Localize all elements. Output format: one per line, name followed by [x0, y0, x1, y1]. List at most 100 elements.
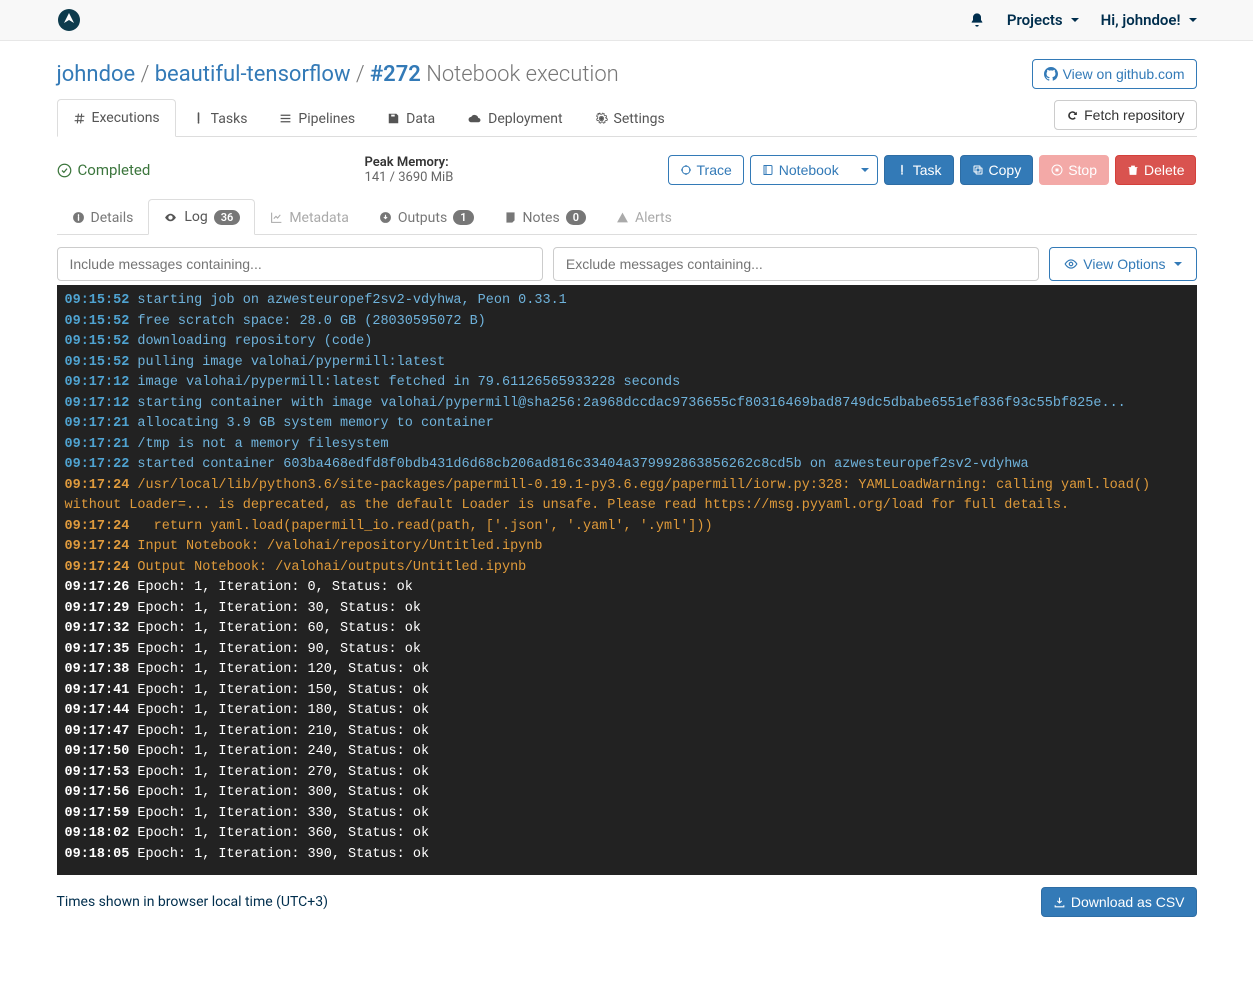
log-line: 09:17:21 allocating 3.9 GB system memory…	[65, 414, 1189, 435]
copy-button[interactable]: Copy	[960, 155, 1034, 185]
log-line: 09:17:56 Epoch: 1, Iteration: 300, Statu…	[65, 783, 1189, 804]
subtab-alerts[interactable]: Alerts	[601, 199, 687, 235]
log-line: 09:17:12 image valohai/pypermill:latest …	[65, 373, 1189, 394]
log-message: Epoch: 1, Iteration: 150, Status: ok	[129, 683, 429, 698]
log-line: 09:17:29 Epoch: 1, Iteration: 30, Status…	[65, 599, 1189, 620]
notebook-dropdown-toggle[interactable]	[850, 155, 878, 185]
log-timestamp: 09:18:02	[65, 826, 130, 841]
log-timestamp: 09:17:32	[65, 621, 130, 636]
tab-data[interactable]: Data	[371, 99, 451, 137]
log-timestamp: 09:17:56	[65, 785, 130, 800]
log-line: 09:15:52 starting job on azwesteuropef2s…	[65, 291, 1189, 312]
eye-icon	[163, 211, 178, 224]
breadcrumb-project[interactable]: beautiful-tensorflow	[155, 62, 351, 87]
log-timestamp: 09:15:52	[65, 293, 130, 308]
sub-tabs: Details Log 36 Metadata Outputs 1 Notes …	[57, 199, 1197, 235]
notebook-button[interactable]: Notebook	[750, 155, 850, 185]
bars-icon	[279, 112, 292, 125]
refresh-icon	[1066, 109, 1079, 122]
caret-down-icon	[1174, 262, 1182, 266]
log-timestamp: 09:17:41	[65, 683, 130, 698]
log-message: pulling image valohai/pypermill:latest	[129, 355, 445, 370]
crosshair-icon	[680, 164, 692, 176]
log-line: 09:18:02 Epoch: 1, Iteration: 360, Statu…	[65, 824, 1189, 845]
log-count-badge: 36	[214, 210, 241, 225]
book-icon	[762, 164, 774, 176]
github-icon	[1044, 67, 1058, 81]
log-timestamp: 09:17:47	[65, 724, 130, 739]
download-icon	[379, 211, 392, 224]
view-options-button[interactable]: View Options	[1049, 247, 1196, 281]
trace-button[interactable]: Trace	[668, 155, 744, 185]
log-line: 09:17:59 Epoch: 1, Iteration: 330, Statu…	[65, 804, 1189, 825]
subtab-notes[interactable]: Notes 0	[489, 199, 602, 235]
tab-executions[interactable]: Executions	[57, 99, 176, 137]
log-message: Epoch: 1, Iteration: 60, Status: ok	[129, 621, 421, 636]
breadcrumb-user[interactable]: johndoe	[57, 62, 136, 87]
log-line: 09:17:47 Epoch: 1, Iteration: 210, Statu…	[65, 722, 1189, 743]
log-message: started container 603ba468edfd8f0bdb431d…	[129, 457, 1028, 472]
eye-icon	[1064, 257, 1078, 271]
main-tabs: Executions Tasks Pipelines Data Deployme…	[57, 99, 681, 136]
log-timestamp: 09:17:38	[65, 662, 130, 677]
check-circle-icon	[57, 163, 72, 178]
exclude-filter-input[interactable]	[553, 247, 1039, 281]
chart-icon	[270, 211, 283, 224]
fetch-repository-button[interactable]: Fetch repository	[1054, 100, 1196, 130]
delete-button[interactable]: Delete	[1115, 155, 1196, 185]
user-menu[interactable]: Hi, johndoe!	[1101, 11, 1197, 29]
log-message: Epoch: 1, Iteration: 0, Status: ok	[129, 580, 413, 595]
subtab-metadata[interactable]: Metadata	[255, 199, 364, 235]
log-line: 09:17:21 /tmp is not a memory filesystem	[65, 435, 1189, 456]
log-message: Epoch: 1, Iteration: 30, Status: ok	[129, 601, 421, 616]
log-line: 09:17:24 Input Notebook: /valohai/reposi…	[65, 537, 1189, 558]
stop-circle-icon	[1051, 164, 1063, 176]
log-line: 09:15:52 downloading repository (code)	[65, 332, 1189, 353]
tab-pipelines[interactable]: Pipelines	[263, 99, 371, 137]
log-message: Output Notebook: /valohai/outputs/Untitl…	[129, 560, 526, 575]
log-line: 09:17:24 Output Notebook: /valohai/outpu…	[65, 558, 1189, 579]
log-timestamp: 09:17:21	[65, 437, 130, 452]
app-logo[interactable]	[57, 8, 81, 32]
notifications-bell-icon[interactable]	[969, 12, 985, 28]
log-message: allocating 3.9 GB system memory to conta…	[129, 416, 494, 431]
log-line: 09:17:24 return yaml.load(papermill_io.r…	[65, 517, 1189, 538]
log-line: 09:17:44 Epoch: 1, Iteration: 180, Statu…	[65, 701, 1189, 722]
log-line: 09:18:05 Epoch: 1, Iteration: 390, Statu…	[65, 845, 1189, 866]
subtab-log[interactable]: Log 36	[148, 199, 255, 235]
log-line: 09:15:52 free scratch space: 28.0 GB (28…	[65, 312, 1189, 333]
tab-deployment[interactable]: Deployment	[451, 99, 578, 137]
task-button[interactable]: Task	[884, 155, 954, 185]
log-timestamp: 09:17:21	[65, 416, 130, 431]
hash-icon	[73, 112, 86, 125]
status-completed: Completed	[57, 161, 151, 179]
save-icon	[387, 112, 400, 125]
tab-settings[interactable]: Settings	[579, 99, 681, 137]
github-button-label: View on github.com	[1063, 66, 1185, 82]
download-csv-button[interactable]: Download as CSV	[1041, 887, 1197, 917]
log-timestamp: 09:17:53	[65, 765, 130, 780]
log-timestamp: 09:15:52	[65, 355, 130, 370]
projects-menu[interactable]: Projects	[1007, 11, 1079, 29]
copy-icon	[972, 164, 984, 176]
subtab-outputs[interactable]: Outputs 1	[364, 199, 489, 235]
log-timestamp: 09:17:44	[65, 703, 130, 718]
tab-tasks[interactable]: Tasks	[176, 99, 264, 137]
user-greeting: Hi, johndoe!	[1101, 11, 1181, 29]
subtab-details[interactable]: Details	[57, 199, 149, 235]
log-console[interactable]: 09:15:52 starting job on azwesteuropef2s…	[57, 285, 1197, 875]
topbar: Projects Hi, johndoe!	[0, 0, 1253, 41]
log-message: return yaml.load(papermill_io.read(path,…	[129, 519, 712, 534]
log-timestamp: 09:17:50	[65, 744, 130, 759]
log-message: downloading repository (code)	[129, 334, 372, 349]
projects-label: Projects	[1007, 11, 1063, 29]
log-message: Epoch: 1, Iteration: 180, Status: ok	[129, 703, 429, 718]
include-filter-input[interactable]	[57, 247, 543, 281]
warning-icon	[616, 211, 629, 224]
breadcrumb-exec-number[interactable]: #272	[370, 62, 421, 87]
log-timestamp: 09:17:35	[65, 642, 130, 657]
stop-button: Stop	[1039, 155, 1109, 185]
log-message: /tmp is not a memory filesystem	[129, 437, 388, 452]
log-timestamp: 09:17:59	[65, 806, 130, 821]
view-on-github-button[interactable]: View on github.com	[1032, 59, 1197, 89]
